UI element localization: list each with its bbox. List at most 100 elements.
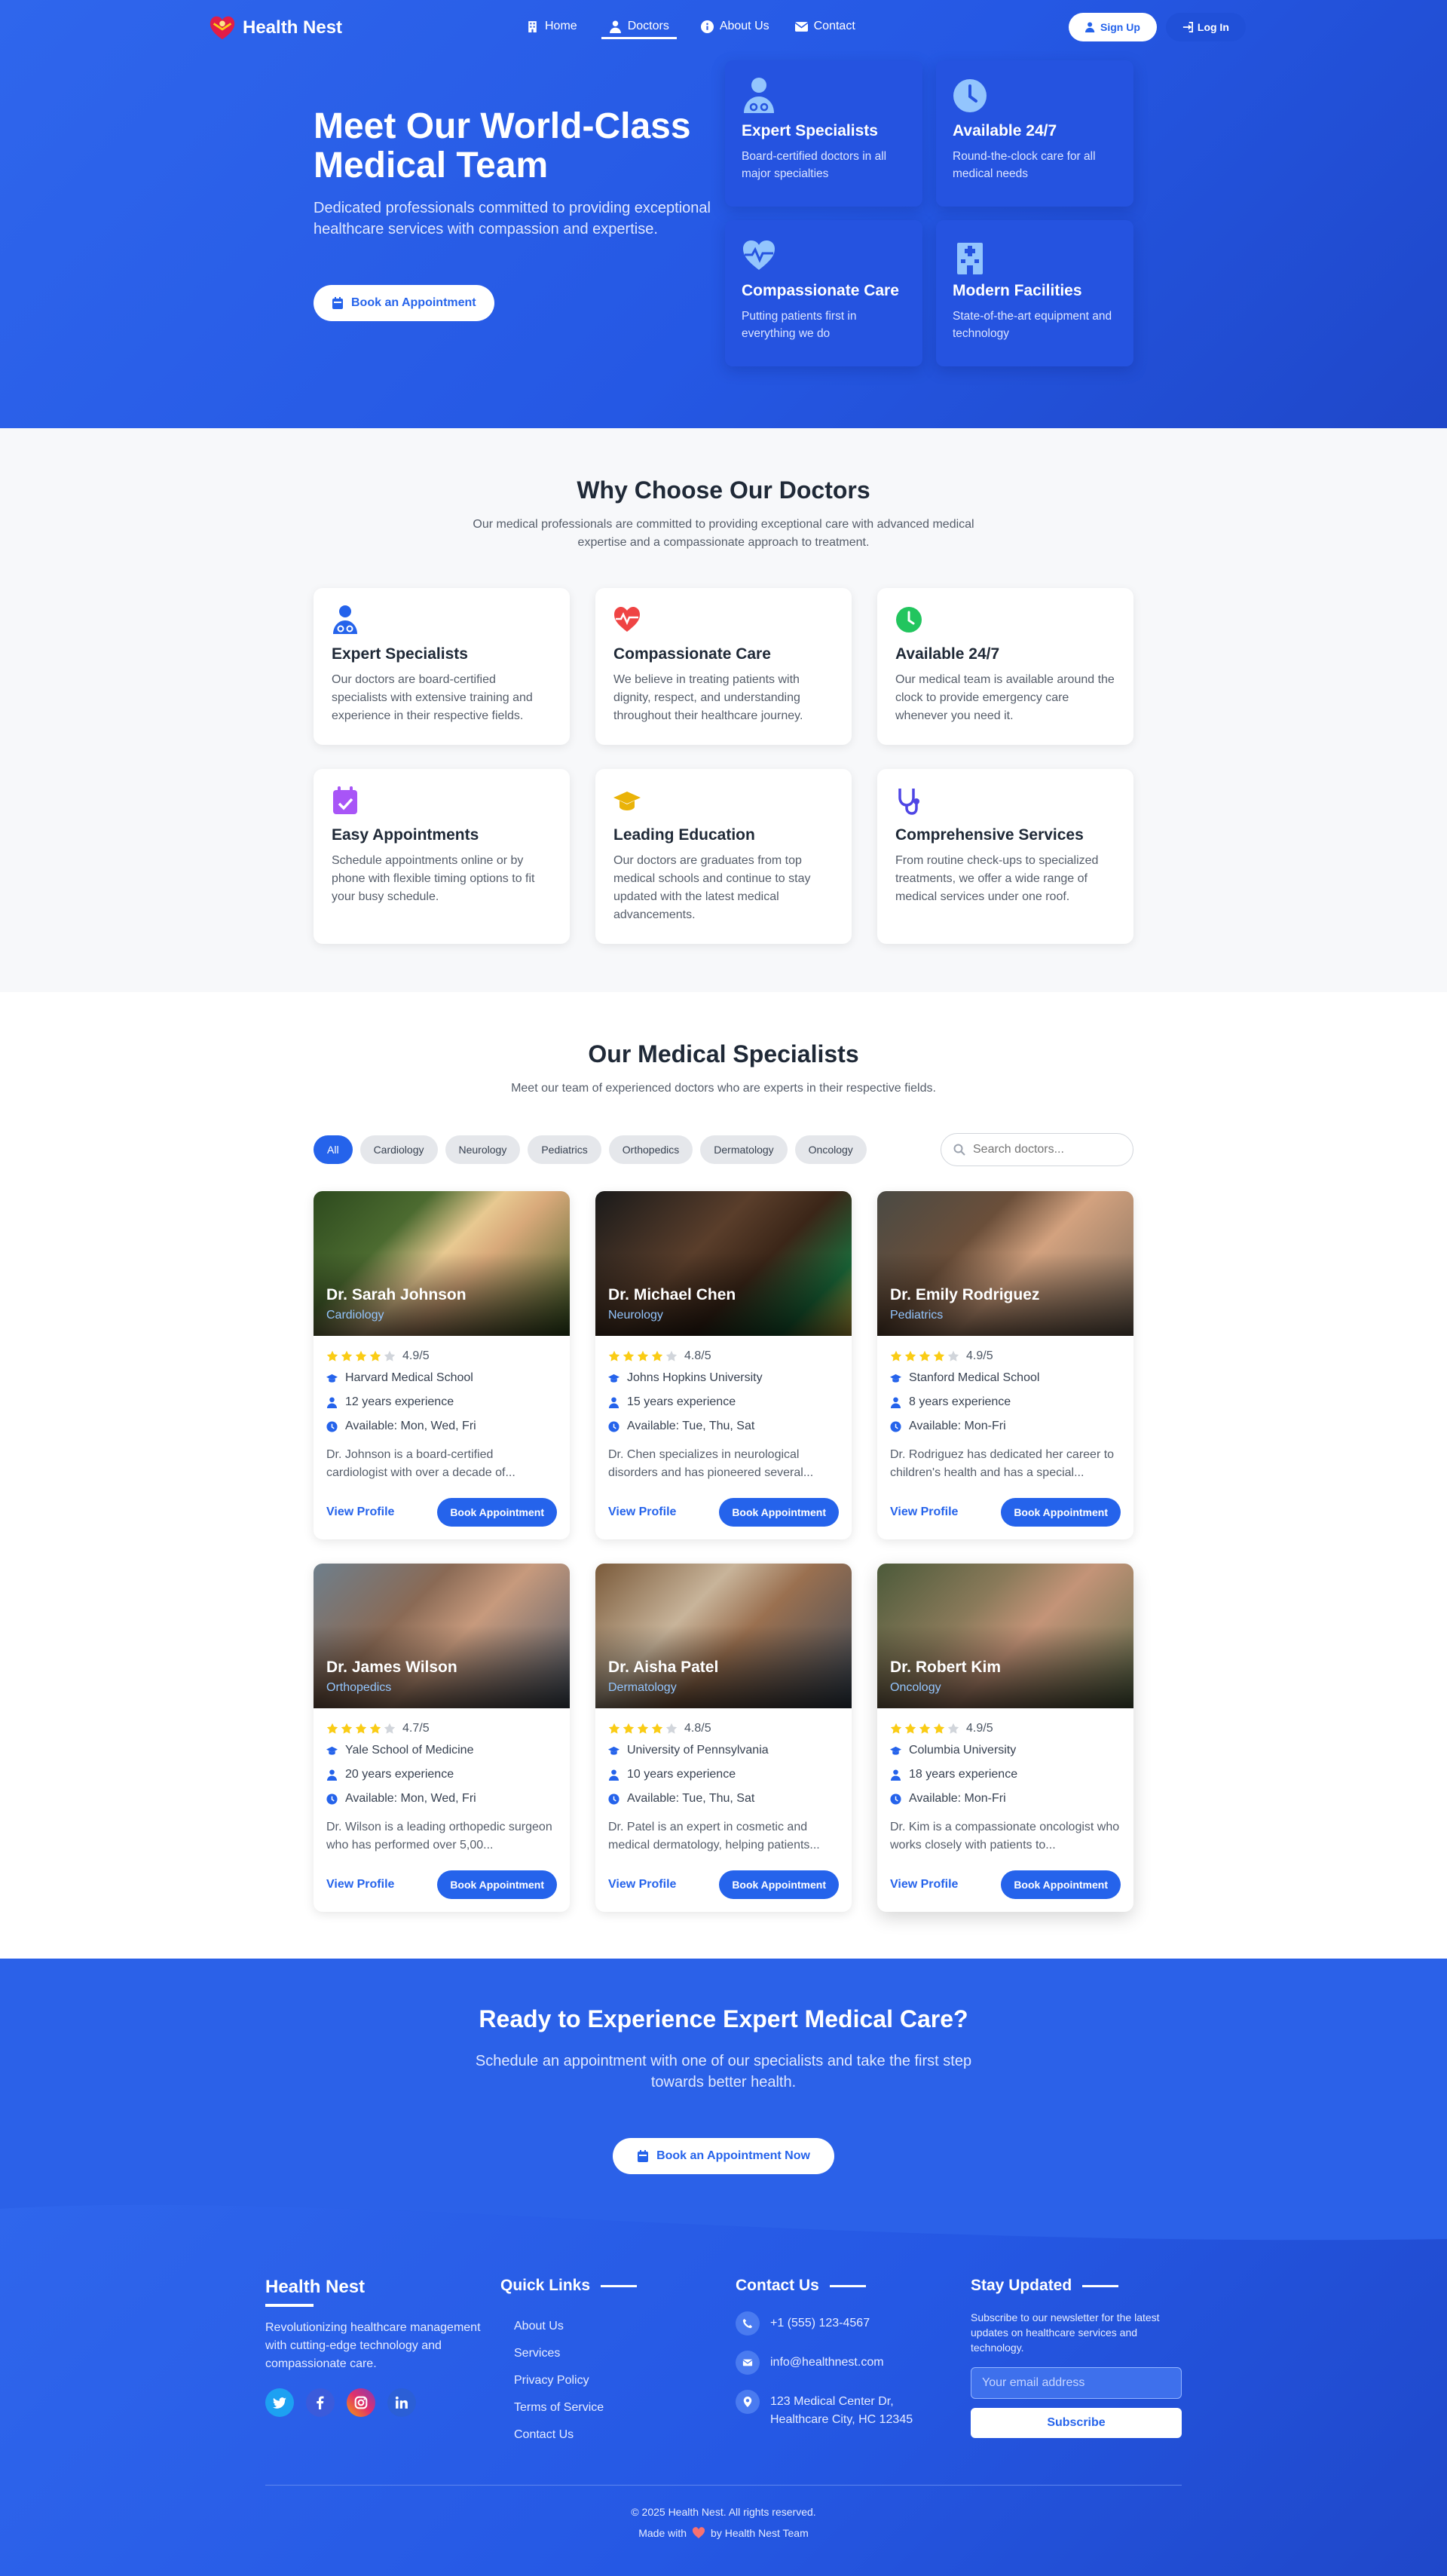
why-section: Why Choose Our Doctors Our medical profe…	[0, 428, 1447, 992]
doctor-school: Stanford Medical School	[890, 1366, 1121, 1390]
view-profile-link[interactable]: View Profile	[608, 1505, 676, 1519]
newsletter-email-field[interactable]	[971, 2367, 1182, 2399]
filter-neurology[interactable]: Neurology	[445, 1135, 521, 1164]
view-profile-link[interactable]: View Profile	[890, 1505, 958, 1519]
doctor-school: Yale School of Medicine	[326, 1738, 557, 1763]
calendar-icon	[638, 2150, 649, 2162]
star-icon	[384, 1723, 396, 1734]
doctor-photo[interactable]: Dr. Emily Rodriguez Pediatrics	[877, 1191, 1133, 1336]
user-md-icon	[326, 1769, 338, 1781]
doctor-photo[interactable]: Dr. Sarah Johnson Cardiology	[314, 1191, 570, 1336]
doctor-school: Johns Hopkins University	[608, 1366, 839, 1390]
footer-brand-name: Health Nest	[265, 2277, 366, 2297]
doctor-description: Dr. Rodriguez has dedicated her career t…	[890, 1448, 1115, 1479]
title-underline	[1082, 2284, 1119, 2287]
twitter-icon[interactable]	[265, 2388, 294, 2417]
filter-orthopedics[interactable]: Orthopedics	[608, 1135, 693, 1164]
newsletter-email-input[interactable]	[982, 2376, 1170, 2390]
hero-title: Meet Our World-Class Medical Team	[314, 106, 691, 185]
view-profile-link[interactable]: View Profile	[326, 1878, 394, 1891]
why-card-title: Comprehensive Services	[895, 826, 1084, 844]
star-icon	[637, 1350, 649, 1362]
envelope-icon	[794, 21, 808, 32]
book-appointment-button[interactable]: Book Appointment	[437, 1498, 557, 1527]
facebook-icon[interactable]	[306, 2388, 335, 2417]
footer-link-terms[interactable]: Terms of Service	[514, 2394, 637, 2421]
contact-email[interactable]: info@healthnest.com	[736, 2351, 936, 2375]
graduation-cap-icon	[326, 1374, 338, 1383]
view-profile-link[interactable]: View Profile	[326, 1505, 394, 1519]
footer-link-privacy[interactable]: Privacy Policy	[514, 2367, 637, 2394]
nav-about[interactable]: About Us	[699, 17, 771, 39]
signup-button[interactable]: Sign Up	[1069, 13, 1157, 41]
filter-dermatology[interactable]: Dermatology	[700, 1135, 788, 1164]
filter-all[interactable]: All	[314, 1135, 353, 1164]
why-card-compassion: Compassionate Care We believe in treatin…	[595, 588, 852, 745]
contact-phone[interactable]: +1 (555) 123-4567	[736, 2311, 936, 2336]
clock-icon	[890, 1420, 901, 1432]
search-input[interactable]	[973, 1143, 1116, 1156]
cta-book-button[interactable]: Book an Appointment Now	[613, 2138, 834, 2174]
user-md-icon	[608, 1769, 619, 1781]
footer-link-contact[interactable]: Contact Us	[514, 2421, 637, 2449]
linkedin-icon[interactable]	[387, 2388, 416, 2417]
subscribe-button[interactable]: Subscribe	[971, 2408, 1182, 2438]
why-title: Why Choose Our Doctors	[577, 476, 870, 504]
doctor-experience-text: 15 years experience	[627, 1395, 736, 1408]
doctor-rating: 4.7/5	[326, 1719, 557, 1738]
nav-contact[interactable]: Contact	[794, 17, 857, 39]
view-profile-link[interactable]: View Profile	[890, 1878, 958, 1891]
hero-section: Health Nest Home Doctors About Us Contac…	[0, 0, 1447, 428]
book-appointment-button[interactable]: Book Appointment	[719, 1870, 839, 1899]
filter-oncology[interactable]: Oncology	[794, 1135, 867, 1164]
doctor-experience-text: 8 years experience	[909, 1395, 1011, 1408]
why-card-title: Available 24/7	[895, 645, 1000, 663]
search-icon	[953, 1144, 965, 1156]
star-icon	[904, 1350, 916, 1362]
doctor-experience-text: 10 years experience	[627, 1768, 736, 1781]
book-appointment-button[interactable]: Book Appointment	[719, 1498, 839, 1527]
login-button[interactable]: Log In	[1165, 13, 1246, 41]
star-icon	[623, 1723, 635, 1734]
nav-doctors[interactable]: Doctors	[601, 17, 677, 39]
book-appointment-button[interactable]: Book Appointment	[437, 1870, 557, 1899]
doctor-photo[interactable]: Dr. James Wilson Orthopedics	[314, 1564, 570, 1708]
doctor-photo[interactable]: Dr. Robert Kim Oncology	[877, 1564, 1133, 1708]
doctor-search[interactable]	[941, 1133, 1133, 1166]
why-card-text: Our doctors are board-certified speciali…	[332, 673, 533, 722]
star-icon	[326, 1723, 338, 1734]
navbar: Health Nest Home Doctors About Us Contac…	[0, 0, 1447, 54]
filter-cardiology[interactable]: Cardiology	[359, 1135, 438, 1164]
instagram-icon[interactable]	[347, 2388, 375, 2417]
brand-logo[interactable]: Health Nest	[208, 14, 342, 42]
hero-book-button[interactable]: Book an Appointment	[314, 285, 494, 321]
clock-icon	[953, 77, 987, 115]
star-icon	[890, 1350, 902, 1362]
made-with-suffix: by Health Nest Team	[711, 2527, 809, 2539]
doctor-school: Columbia University	[890, 1738, 1121, 1763]
doctor-availability-text: Available: Mon, Wed, Fri	[345, 1420, 476, 1432]
doctor-availability-text: Available: Mon, Wed, Fri	[345, 1792, 476, 1805]
doctor-specialty: Pediatrics	[890, 1309, 944, 1322]
specialists-title: Our Medical Specialists	[588, 1040, 859, 1067]
filter-bar: All Cardiology Neurology Pediatrics Orth…	[314, 1135, 867, 1164]
doctor-availability-text: Available: Mon-Fri	[909, 1420, 1006, 1432]
star-icon	[651, 1350, 663, 1362]
doctor-rating: 4.8/5	[608, 1719, 839, 1738]
doctor-icon	[332, 605, 359, 635]
star-icon	[890, 1723, 902, 1734]
footer-link-services[interactable]: Services	[514, 2340, 637, 2367]
view-profile-link[interactable]: View Profile	[608, 1878, 676, 1891]
clock-icon	[326, 1420, 338, 1432]
filter-pediatrics[interactable]: Pediatrics	[528, 1135, 601, 1164]
book-appointment-button[interactable]: Book Appointment	[1001, 1870, 1121, 1899]
book-appointment-button[interactable]: Book Appointment	[1001, 1498, 1121, 1527]
nav-home[interactable]: Home	[525, 17, 579, 39]
doctor-experience: 10 years experience	[608, 1763, 839, 1787]
doctor-photo[interactable]: Dr. Michael Chen Neurology	[595, 1191, 852, 1336]
heartbeat-icon	[613, 605, 641, 635]
graduation-cap-icon	[608, 1746, 619, 1755]
clock-icon	[608, 1420, 619, 1432]
doctor-photo[interactable]: Dr. Aisha Patel Dermatology	[595, 1564, 852, 1708]
footer-link-about[interactable]: About Us	[514, 2313, 637, 2340]
